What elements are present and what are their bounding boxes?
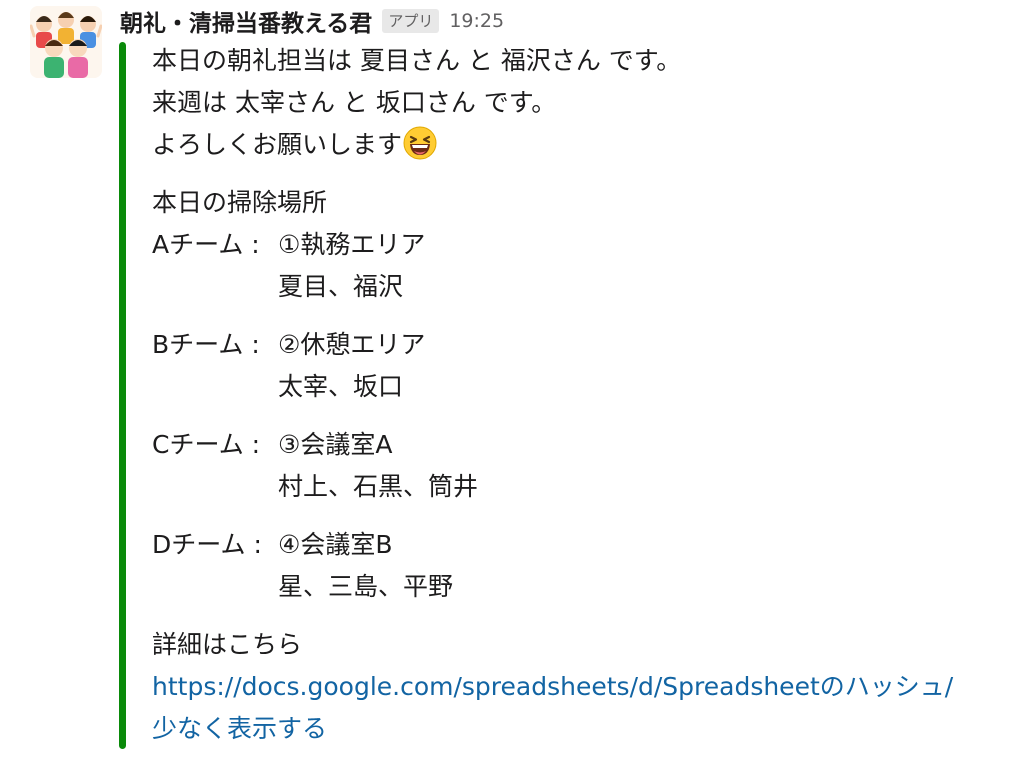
details-label: 詳細はこちら — [152, 630, 303, 659]
team-members: 夏目、福沢 — [278, 272, 404, 301]
team-label: Aチーム : — [152, 230, 260, 259]
team-area: ①執務エリア — [278, 230, 426, 259]
spreadsheet-link[interactable]: https://docs.google.com/spreadsheets/d/S… — [152, 672, 953, 701]
message-line: 来週は 太宰さん と 坂口さん です。 — [152, 88, 557, 117]
team-row-d: Dチーム : ④会議室B — [152, 524, 1005, 566]
group-people-icon — [30, 6, 102, 78]
team-label: Dチーム : — [152, 530, 262, 559]
message-line: よろしくお願いします — [152, 124, 1005, 166]
team-area: ④会議室B — [278, 530, 393, 559]
team-row-c: Cチーム : ③会議室A — [152, 424, 1005, 466]
message-line: 本日の朝礼担当は 夏目さん と 福沢さん です。 — [152, 46, 682, 75]
attachment-accent-bar — [119, 42, 126, 749]
team-members: 星、三島、平野 — [278, 572, 454, 601]
team-row-a: Aチーム : ①執務エリア — [152, 224, 1005, 266]
team-area: ②休憩エリア — [278, 330, 426, 359]
team-area: ③会議室A — [278, 430, 393, 459]
team-members: 村上、石黒、筒井 — [278, 472, 479, 501]
cleaning-heading: 本日の掃除場所 — [152, 188, 328, 217]
bot-avatar[interactable] — [30, 6, 102, 78]
team-label: Bチーム : — [152, 330, 260, 359]
show-less-link[interactable]: 少なく表示する — [152, 714, 327, 743]
app-badge: アプリ — [382, 9, 440, 33]
message-line-text: よろしくお願いします — [152, 130, 403, 159]
message-header: 朝礼・清掃当番教える君 アプリ 19:25 — [120, 4, 504, 38]
message-body: 本日の朝礼担当は 夏目さん と 福沢さん です。 来週は 太宰さん と 坂口さん… — [152, 40, 1005, 750]
message-timestamp[interactable]: 19:25 — [449, 10, 504, 32]
team-members: 太宰、坂口 — [278, 372, 404, 401]
team-label: Cチーム : — [152, 430, 261, 459]
team-row-b: Bチーム : ②休憩エリア — [152, 324, 1005, 366]
laughing-face-icon — [403, 126, 437, 173]
sender-name[interactable]: 朝礼・清掃当番教える君 — [120, 4, 372, 38]
